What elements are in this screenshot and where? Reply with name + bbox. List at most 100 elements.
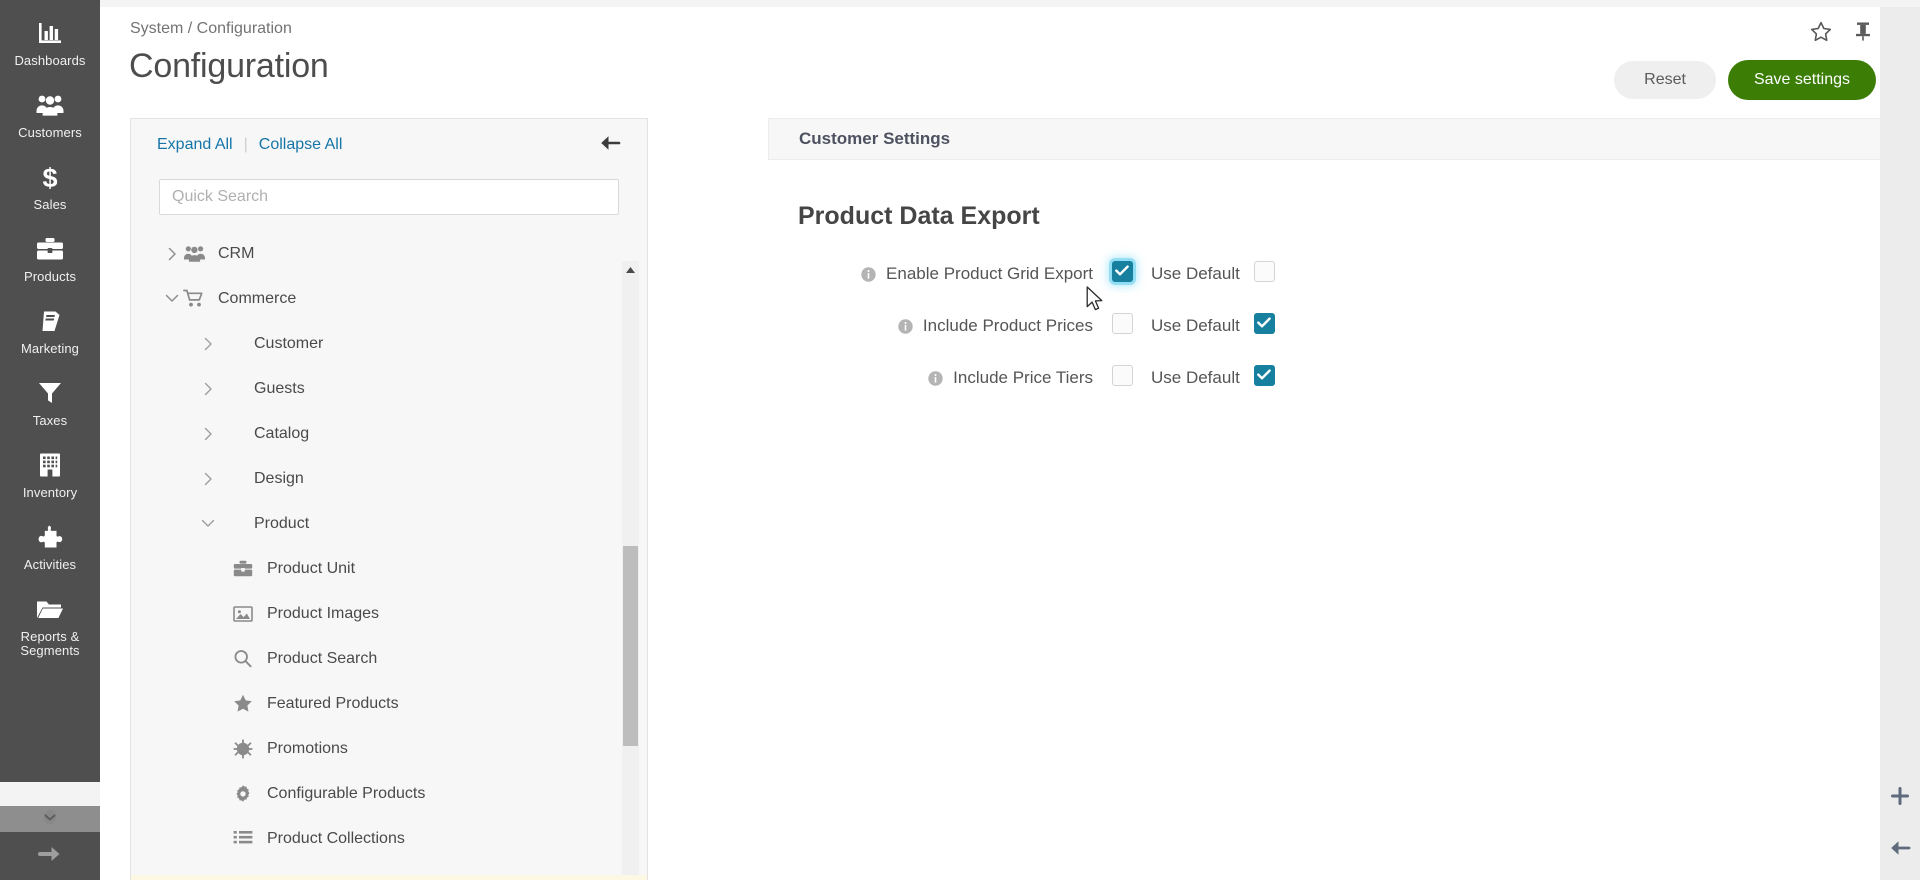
include-price-tiers-checkbox[interactable]: [1112, 365, 1133, 386]
setting-label: Include Product Prices: [768, 311, 1093, 341]
info-icon[interactable]: [928, 369, 943, 393]
enable-product-grid-export-checkbox[interactable]: [1112, 261, 1133, 282]
tree-item-label: Commerce: [218, 290, 296, 308]
sidebar-item-label: Dashboards: [14, 54, 85, 68]
breadcrumb: System / Configuration: [130, 20, 292, 38]
pin-icon[interactable]: [1854, 21, 1872, 47]
nav-settings-toggle[interactable]: [0, 806, 100, 832]
tree-item-product[interactable]: Product: [131, 501, 648, 546]
tree-item-label: Guests: [254, 380, 305, 398]
chevron-right-icon[interactable]: [198, 379, 218, 399]
star-outline-icon[interactable]: [1810, 21, 1832, 47]
sidebar-item-dashboards[interactable]: Dashboards: [0, 8, 100, 80]
setting-label: Enable Product Grid Export: [768, 259, 1093, 289]
nav-divider-strip: [0, 782, 100, 806]
sidebar-item-label: Products: [24, 270, 76, 284]
tree-item-commerce[interactable]: Commerce: [131, 276, 648, 321]
caret-up-icon[interactable]: [622, 261, 639, 278]
gear-chevron-down-icon: [39, 807, 61, 832]
use-default-label: Use Default: [1151, 311, 1240, 336]
setting-value-checkbox-wrap: [1093, 259, 1151, 282]
setting-label-text: Enable Product Grid Export: [886, 262, 1093, 286]
chevron-right-icon[interactable]: [198, 334, 218, 354]
reset-button[interactable]: Reset: [1614, 61, 1716, 99]
tree-item-customer[interactable]: Customer: [131, 321, 648, 366]
include-product-prices-use-default-checkbox[interactable]: [1254, 313, 1275, 334]
tree-item-catalog[interactable]: Catalog: [131, 411, 648, 456]
tree-item-label: Product Search: [267, 650, 377, 668]
sidebar-item-activities[interactable]: Activities: [0, 512, 100, 584]
tree-item-label: Product Images: [267, 605, 379, 623]
chevron-right-icon[interactable]: [198, 424, 218, 444]
add-widget-button[interactable]: [1880, 778, 1920, 818]
sidebar-item-label: Customers: [18, 126, 82, 140]
chevron-right-icon[interactable]: [162, 244, 182, 264]
collapse-all-link[interactable]: Collapse All: [259, 136, 343, 154]
sidebar-item-label: Marketing: [21, 342, 79, 356]
tree-item-design[interactable]: Design: [131, 456, 648, 501]
check-icon: [1257, 315, 1271, 333]
tree-item-guests[interactable]: Guests: [131, 366, 648, 411]
content-header-title: Customer Settings: [799, 129, 950, 149]
list-icon: [231, 828, 255, 850]
expand-all-link[interactable]: Expand All: [157, 136, 233, 154]
enable-product-grid-export-use-default-checkbox[interactable]: [1254, 261, 1275, 282]
tree-item-configurable-products[interactable]: Configurable Products: [131, 771, 648, 816]
tree-item-product-images[interactable]: Product Images: [131, 591, 648, 636]
configuration-tree: CRM Commerce Customer: [131, 231, 648, 880]
rail-collapse-button[interactable]: [1880, 830, 1920, 870]
sidebar-item-customers[interactable]: Customers: [0, 80, 100, 152]
section-title: Product Data Export: [798, 202, 1920, 231]
tree-scrollbar[interactable]: [622, 261, 639, 880]
tree-item-product-collections[interactable]: Product Collections: [131, 816, 648, 861]
gear-icon: [231, 783, 255, 805]
building-icon: [33, 450, 67, 480]
tree-scrollbar-thumb[interactable]: [623, 546, 638, 746]
dollar-sign-icon: $: [33, 162, 67, 192]
save-settings-button[interactable]: Save settings: [1728, 60, 1876, 100]
sidebar-item-inventory[interactable]: Inventory: [0, 440, 100, 512]
quick-search-wrapper: [159, 179, 619, 215]
chevron-down-icon[interactable]: [198, 514, 218, 534]
tree-item-label: Featured Products: [267, 695, 399, 713]
tree-item-label: Design: [254, 470, 304, 488]
tree-item-featured-products[interactable]: Featured Products: [131, 681, 648, 726]
search-input[interactable]: [159, 179, 619, 215]
sidebar-item-products[interactable]: Products: [0, 224, 100, 296]
check-icon: [1257, 367, 1271, 385]
main-navigation-sidebar: Dashboards Customers $ Sales: [0, 0, 100, 880]
book-icon: [33, 306, 67, 336]
sidebar-item-taxes[interactable]: Taxes: [0, 368, 100, 440]
tree-item-crm[interactable]: CRM: [131, 231, 648, 276]
info-icon[interactable]: [898, 317, 913, 341]
tree-item-product-search[interactable]: Product Search: [131, 636, 648, 681]
sidebar-item-label: Reports & Segments: [2, 630, 98, 658]
content-header: Customer Settings: [768, 118, 1920, 160]
search-icon: [231, 648, 255, 670]
include-price-tiers-use-default-checkbox[interactable]: [1254, 365, 1275, 386]
tree-item-product-unit[interactable]: Product Unit: [131, 546, 648, 591]
tree-item-spacer: [218, 513, 242, 535]
people-group-icon: [33, 90, 67, 120]
chevron-right-icon[interactable]: [198, 469, 218, 489]
tree-item-spacer: [218, 378, 242, 400]
tree-item-label: Customer: [254, 335, 323, 353]
tree-item-promotions[interactable]: Promotions: [131, 726, 648, 771]
chevron-down-icon[interactable]: [162, 289, 182, 309]
nav-expand-toggle[interactable]: [0, 832, 100, 880]
nav-spacer: [0, 670, 100, 782]
tree-item-spacer: [218, 423, 242, 445]
setting-row-include-product-prices: Include Product Prices Use Default: [768, 311, 1920, 341]
collapse-panel-button[interactable]: [599, 134, 621, 157]
burst-icon: [231, 738, 255, 760]
sidebar-item-sales[interactable]: $ Sales: [0, 152, 100, 224]
configuration-tree-panel: Expand All | Collapse All: [130, 118, 648, 880]
puzzle-piece-icon: [33, 522, 67, 552]
use-default-checkbox-wrap: [1254, 311, 1275, 334]
sidebar-item-label: Inventory: [23, 486, 77, 500]
use-default-label: Use Default: [1151, 259, 1240, 284]
include-product-prices-checkbox[interactable]: [1112, 313, 1133, 334]
sidebar-item-marketing[interactable]: Marketing: [0, 296, 100, 368]
sidebar-item-reports-segments[interactable]: Reports & Segments: [0, 584, 100, 670]
info-icon[interactable]: [861, 265, 876, 289]
